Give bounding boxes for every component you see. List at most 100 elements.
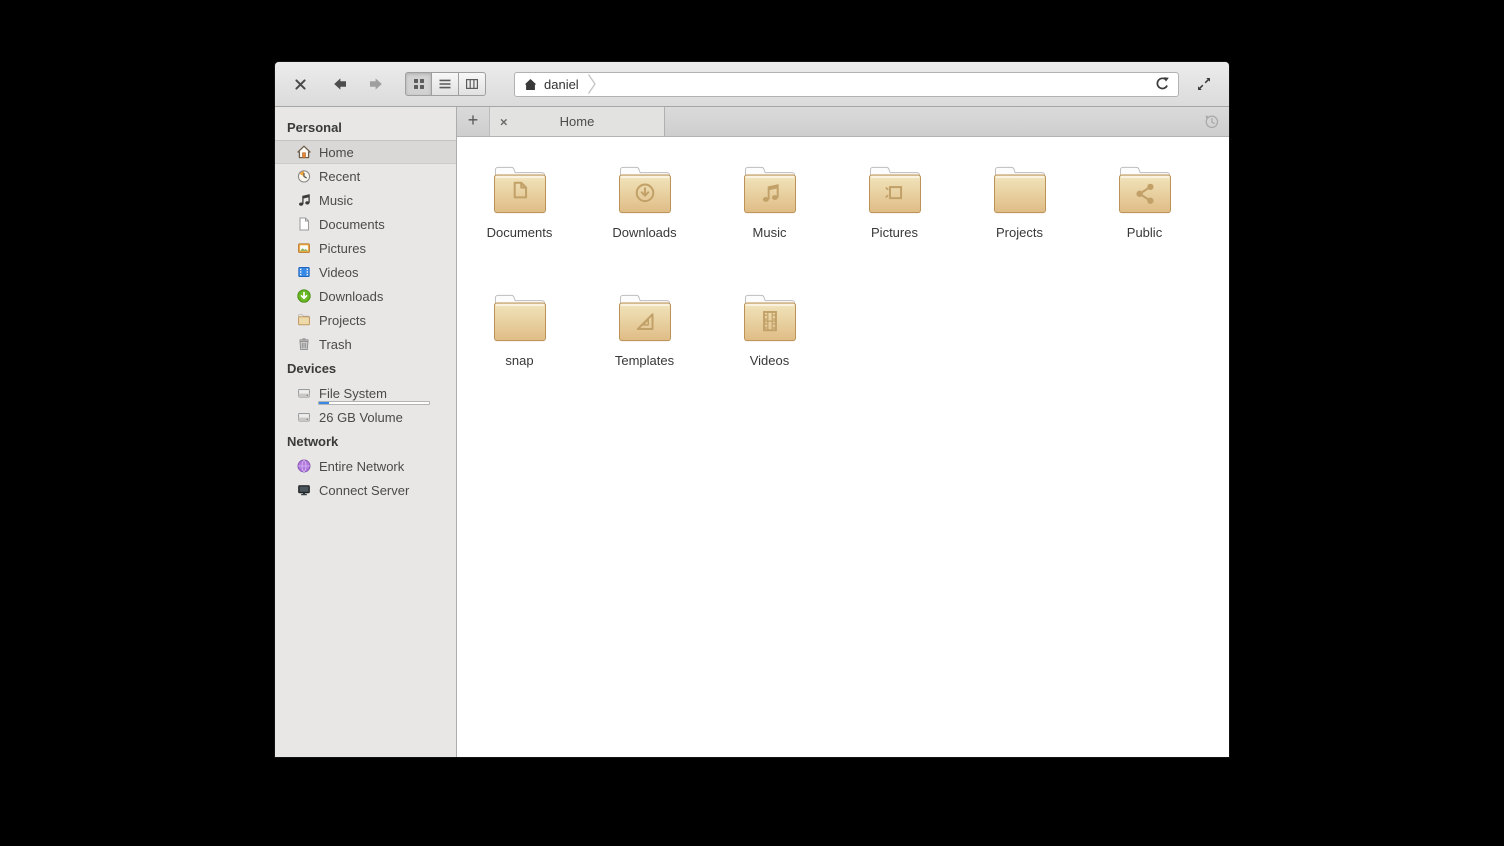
file-item-label: Documents [487, 225, 553, 240]
file-snap[interactable]: snap [457, 291, 582, 419]
file-item-label: Public [1127, 225, 1162, 240]
folder-icon [488, 163, 552, 215]
history-button[interactable] [1193, 107, 1229, 136]
file-downloads[interactable]: Downloads [582, 163, 707, 291]
breadcrumb-label: daniel [544, 77, 579, 92]
sidebar-item-26-gb-volume[interactable]: 26 GB Volume [275, 405, 456, 429]
pictures-icon [296, 240, 312, 256]
sidebar-item-label: Entire Network [319, 459, 404, 474]
sidebar-item-videos[interactable]: Videos [275, 260, 456, 284]
history-icon [1203, 113, 1220, 130]
file-item-label: Music [753, 225, 787, 240]
file-grid: Documents Downloads Music Pictures Proje… [457, 137, 1229, 757]
file-item-label: Pictures [871, 225, 918, 240]
file-manager-window: daniel Personal Home Recent [275, 62, 1229, 757]
document-icon [296, 216, 312, 232]
window-close-icon [294, 78, 307, 91]
list-view-button[interactable] [432, 72, 459, 96]
sidebar-item-label: Projects [319, 313, 366, 328]
path-bar[interactable]: daniel [514, 72, 1179, 97]
tab-home[interactable]: × Home [490, 107, 665, 136]
folder-icon [738, 291, 802, 343]
videos-icon [296, 264, 312, 280]
column-view-button[interactable] [459, 72, 486, 96]
home-icon [296, 144, 312, 160]
tab-label: Home [560, 114, 595, 129]
sidebar: Personal Home Recent Music Documents Pic… [275, 107, 457, 757]
sidebar-item-music[interactable]: Music [275, 188, 456, 212]
tab-bar: + × Home [457, 107, 1229, 137]
file-public[interactable]: Public [1082, 163, 1207, 291]
folder-icon [988, 163, 1052, 215]
list-view-icon [438, 77, 452, 91]
arrow-back-icon [332, 76, 348, 92]
sidebar-item-recent[interactable]: Recent [275, 164, 456, 188]
sidebar-section-title: Devices [275, 356, 456, 381]
folder-icon [1113, 163, 1177, 215]
harddisk-icon [296, 385, 312, 401]
sidebar-item-trash[interactable]: Trash [275, 332, 456, 356]
expand-icon [1196, 76, 1212, 92]
folder-icon [863, 163, 927, 215]
breadcrumb[interactable]: daniel [523, 73, 597, 96]
sidebar-item-label: File System [319, 386, 387, 401]
file-item-label: Projects [996, 225, 1043, 240]
sidebar-item-entire-network[interactable]: Entire Network [275, 454, 456, 478]
window-body: Personal Home Recent Music Documents Pic… [275, 107, 1229, 757]
back-button[interactable] [327, 71, 353, 97]
file-pictures[interactable]: Pictures [832, 163, 957, 291]
trash-icon [296, 336, 312, 352]
file-item-label: Downloads [612, 225, 676, 240]
server-monitor-icon [296, 482, 312, 498]
tab-close-icon[interactable]: × [500, 115, 508, 128]
sidebar-item-label: Music [319, 193, 353, 208]
file-templates[interactable]: Templates [582, 291, 707, 419]
breadcrumb-chevron-icon [587, 72, 597, 96]
sidebar-item-label: Pictures [319, 241, 366, 256]
sidebar-item-pictures[interactable]: Pictures [275, 236, 456, 260]
sidebar-item-file-system[interactable]: File System [275, 381, 456, 405]
tab-bar-spacer [665, 107, 1193, 136]
sidebar-section-title: Personal [275, 115, 456, 140]
recent-icon [296, 168, 312, 184]
window-close-button[interactable] [289, 71, 311, 97]
desktop-background: daniel Personal Home Recent [0, 0, 1504, 846]
file-item-label: Videos [750, 353, 790, 368]
sidebar-item-connect-server[interactable]: Connect Server [275, 478, 456, 502]
sidebar-section-title: Network [275, 429, 456, 454]
new-tab-button[interactable]: + [457, 107, 490, 136]
sidebar-item-label: 26 GB Volume [319, 410, 403, 425]
sidebar-item-projects[interactable]: Projects [275, 308, 456, 332]
folder-icon [613, 163, 677, 215]
file-documents[interactable]: Documents [457, 163, 582, 291]
folder-icon [296, 312, 312, 328]
forward-button[interactable] [363, 71, 389, 97]
sidebar-item-home[interactable]: Home [275, 140, 456, 164]
sidebar-item-label: Videos [319, 265, 359, 280]
grid-view-icon [412, 77, 426, 91]
folder-icon [613, 291, 677, 343]
grid-view-button[interactable] [405, 72, 432, 96]
sidebar-item-documents[interactable]: Documents [275, 212, 456, 236]
harddisk-icon [296, 409, 312, 425]
sidebar-item-label: Recent [319, 169, 360, 184]
reload-button[interactable] [1150, 73, 1174, 96]
file-item-label: snap [505, 353, 533, 368]
expand-button[interactable] [1191, 71, 1217, 97]
folder-icon [738, 163, 802, 215]
reload-icon [1154, 76, 1170, 92]
sidebar-item-label: Trash [319, 337, 352, 352]
folder-icon [488, 291, 552, 343]
arrow-forward-icon [368, 76, 384, 92]
toolbar: daniel [275, 62, 1229, 107]
file-projects[interactable]: Projects [957, 163, 1082, 291]
network-globe-icon [296, 458, 312, 474]
main-pane: + × Home Documents [457, 107, 1229, 757]
column-view-icon [465, 77, 479, 91]
file-music[interactable]: Music [707, 163, 832, 291]
sidebar-item-downloads[interactable]: Downloads [275, 284, 456, 308]
home-crumb-icon [523, 77, 538, 92]
sidebar-item-label: Documents [319, 217, 385, 232]
music-icon [296, 192, 312, 208]
file-videos[interactable]: Videos [707, 291, 832, 419]
